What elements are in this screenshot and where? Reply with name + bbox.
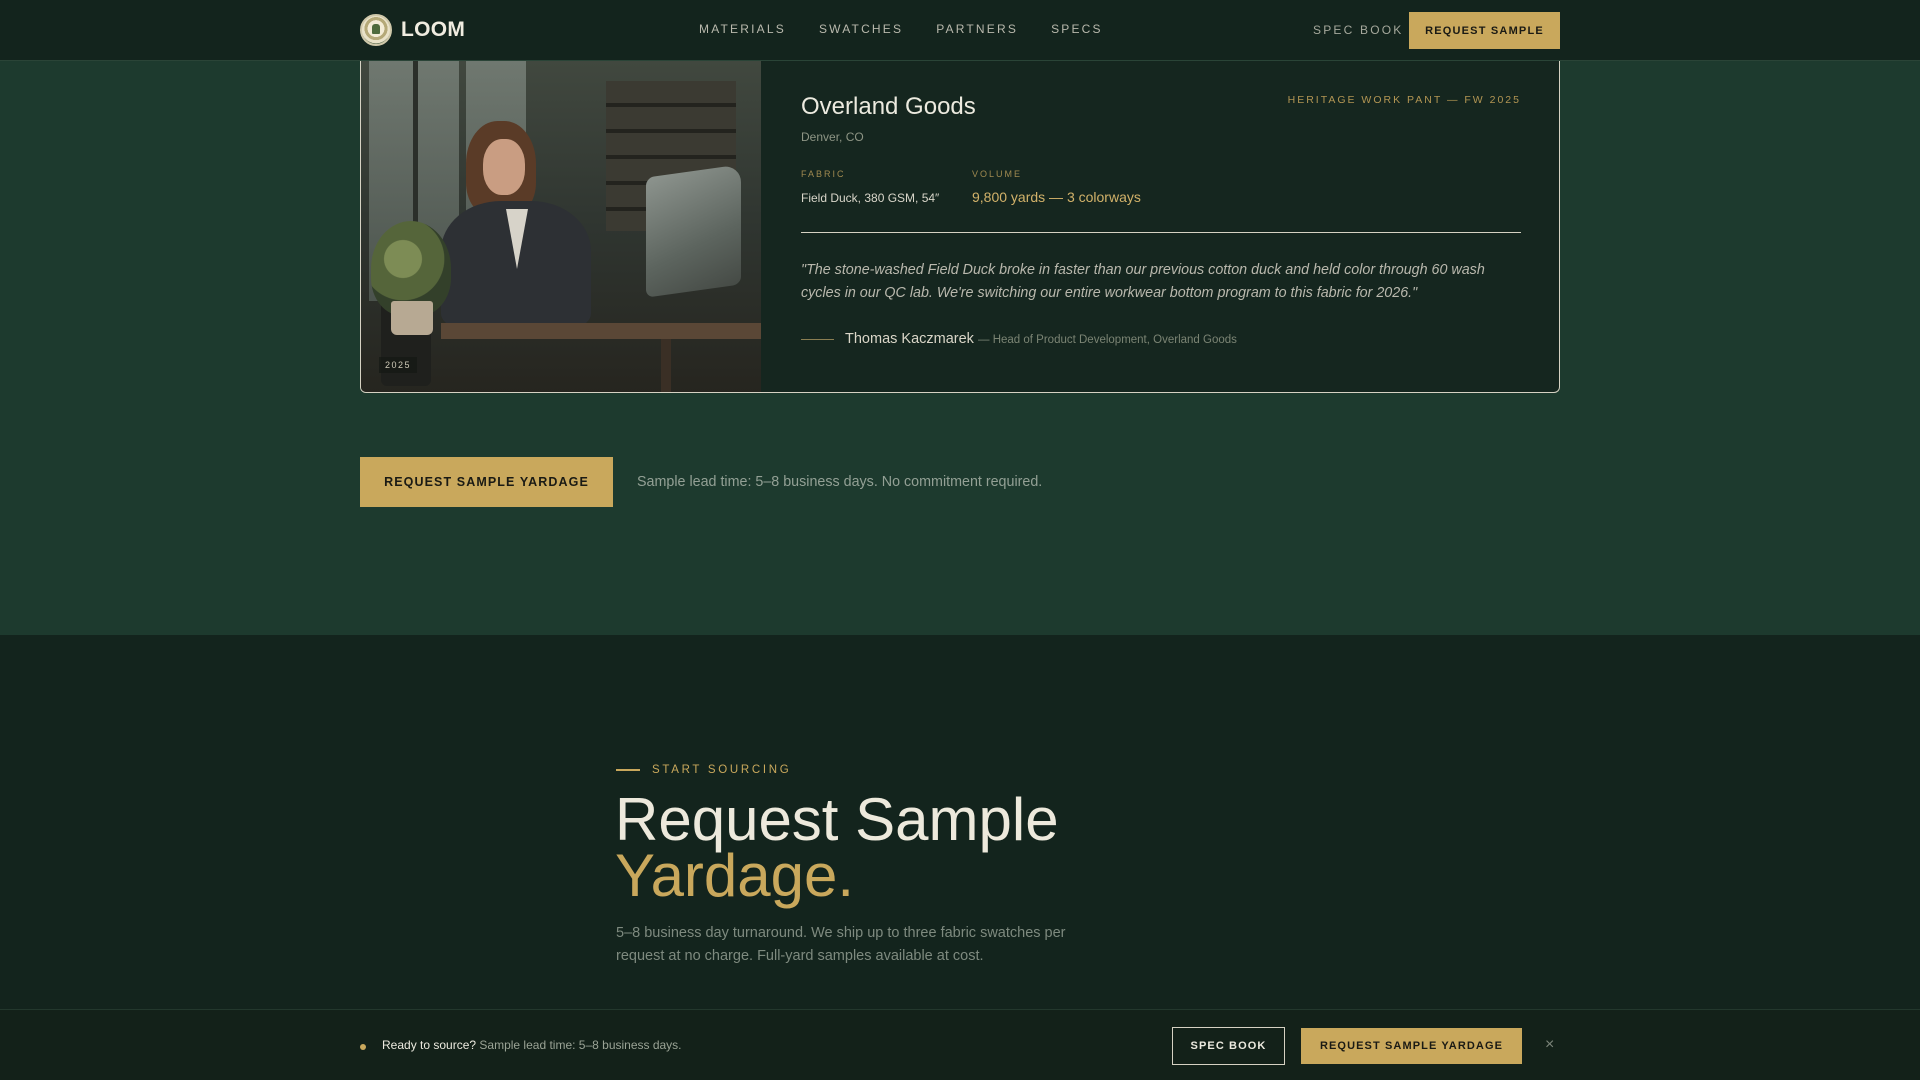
- photo-desk: [441, 323, 761, 339]
- section-eyebrow: START SOURCING: [652, 764, 792, 776]
- headline-line-2: Yardage.: [615, 842, 855, 909]
- case-study-card: 2025 Overland Goods Denver, CO HERITAGE …: [360, 61, 1560, 393]
- section-lede: 5–8 business day turnaround. We ship up …: [616, 925, 1066, 964]
- case-study-info: Overland Goods Denver, CO HERITAGE WORK …: [801, 61, 1521, 392]
- top-nav: LOOM MATERIALS SWATCHES PARTNERS SPECS S…: [0, 0, 1920, 61]
- brand-name: LOOM: [401, 18, 466, 41]
- sticky-cta-bar: Ready to source? Sample lead time: 5–8 b…: [0, 1009, 1920, 1080]
- nav-link-materials[interactable]: MATERIALS: [699, 22, 786, 36]
- status-dot: [360, 1044, 366, 1050]
- brand[interactable]: LOOM: [360, 14, 465, 46]
- request-sample-yardage-button[interactable]: REQUEST SAMPLE YARDAGE: [360, 457, 613, 507]
- nav-link-specs[interactable]: SPECS: [1051, 22, 1103, 36]
- photo-monitor: [646, 164, 741, 298]
- nav-link-partners[interactable]: PARTNERS: [936, 22, 1018, 36]
- eyebrow-rule: [616, 769, 640, 771]
- logo-icon: [360, 14, 392, 46]
- volume-label: VOLUME: [972, 169, 1023, 179]
- company-city: Denver, CO: [801, 130, 864, 144]
- attribution-rule: [801, 339, 834, 340]
- sticky-spec-book-button[interactable]: SPEC BOOK: [1172, 1027, 1285, 1065]
- lead-time-note: Sample lead time: 5–8 business days. No …: [637, 474, 1043, 490]
- request-sample-button[interactable]: REQUEST SAMPLE: [1409, 12, 1560, 49]
- company-name: Overland Goods: [801, 93, 976, 120]
- volume-value: 9,800 yards — 3 colorways: [972, 189, 1141, 205]
- fabric-value: Field Duck, 380 GSM, 54″: [801, 191, 940, 205]
- sticky-detail: Sample lead time: 5–8 business days.: [479, 1038, 682, 1052]
- nav-link-swatches[interactable]: SWATCHES: [819, 22, 903, 36]
- photo-year-tag: 2025: [379, 357, 418, 373]
- section-headline: Request Sample Yardage.: [615, 790, 1059, 906]
- spec-book-link[interactable]: SPEC BOOK: [1313, 23, 1404, 37]
- sticky-request-yardage-button[interactable]: REQUEST SAMPLE YARDAGE: [1301, 1028, 1522, 1064]
- case-study-photo: 2025: [361, 61, 761, 392]
- nav-links: MATERIALS SWATCHES PARTNERS SPECS: [699, 22, 1136, 36]
- fabric-label: FABRIC: [801, 169, 846, 179]
- close-icon[interactable]: ×: [1545, 1036, 1554, 1054]
- author-name: Thomas Kaczmarek: [845, 331, 974, 347]
- testimonial-quote: "The stone-washed Field Duck broke in fa…: [801, 262, 1485, 301]
- sticky-message: Ready to source? Sample lead time: 5–8 b…: [382, 1038, 682, 1052]
- divider: [801, 232, 1521, 233]
- photo-person-face: [483, 139, 525, 195]
- author-role: — Head of Product Development, Overland …: [978, 334, 1237, 346]
- sticky-lead: Ready to source?: [382, 1038, 477, 1052]
- program-label: HERITAGE WORK PANT — FW 2025: [1287, 94, 1521, 106]
- photo-pot: [391, 301, 433, 335]
- photo-desk-leg: [661, 339, 671, 392]
